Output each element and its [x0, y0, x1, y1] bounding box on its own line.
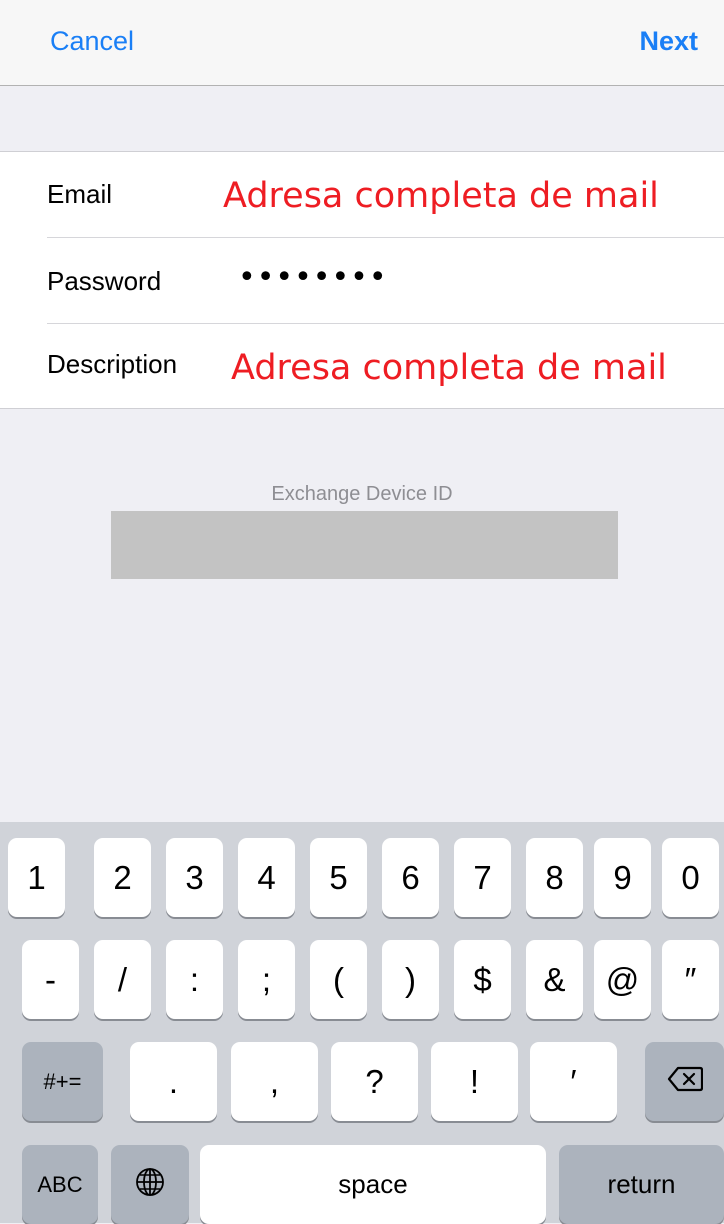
password-row[interactable]: Password ••••••••: [0, 238, 724, 323]
globe-icon: [134, 1166, 166, 1203]
key-7[interactable]: 7: [454, 838, 511, 917]
key-return[interactable]: return: [559, 1145, 724, 1224]
key-delete[interactable]: [645, 1042, 724, 1121]
key-at[interactable]: @: [594, 940, 651, 1019]
key-question[interactable]: ?: [331, 1042, 418, 1121]
password-label: Password: [47, 266, 162, 296]
key-8[interactable]: 8: [526, 838, 583, 917]
key-quote[interactable]: ″: [662, 940, 719, 1019]
cancel-button[interactable]: Cancel: [50, 26, 134, 57]
key-5[interactable]: 5: [310, 838, 367, 917]
key-close-paren[interactable]: ): [382, 940, 439, 1019]
password-field[interactable]: ••••••••: [238, 260, 388, 295]
key-6[interactable]: 6: [382, 838, 439, 917]
key-abc-mode[interactable]: ABC: [22, 1145, 98, 1224]
navigation-bar: Cancel Next: [0, 0, 724, 86]
key-comma[interactable]: ,: [231, 1042, 318, 1121]
description-row[interactable]: Description Adresa completa de mail: [0, 324, 724, 409]
key-semicolon[interactable]: ;: [238, 940, 295, 1019]
device-id-redacted: [111, 511, 618, 579]
key-symbols-mode[interactable]: #+=: [22, 1042, 103, 1121]
key-colon[interactable]: :: [166, 940, 223, 1019]
device-id-caption: Exchange Device ID: [271, 483, 453, 505]
key-9[interactable]: 9: [594, 838, 651, 917]
key-1[interactable]: 1: [8, 838, 65, 917]
email-row[interactable]: Email Adresa completa de mail: [0, 152, 724, 237]
key-globe[interactable]: [111, 1145, 189, 1224]
key-space[interactable]: space: [200, 1145, 546, 1224]
key-ampersand[interactable]: &: [526, 940, 583, 1019]
backspace-icon: [667, 1066, 703, 1097]
key-apostrophe[interactable]: ′: [530, 1042, 617, 1121]
description-field[interactable]: Adresa completa de mail: [231, 348, 667, 388]
email-label: Email: [47, 179, 113, 209]
description-label: Description: [47, 349, 178, 379]
key-period[interactable]: .: [130, 1042, 217, 1121]
account-form: Email Adresa completa de mail Password •…: [0, 151, 724, 409]
key-slash[interactable]: /: [94, 940, 151, 1019]
key-0[interactable]: 0: [662, 838, 719, 917]
keyboard: 1 2 3 4 5 6 7 8 9 0 - / : ; ( ) $ & @ ″ …: [0, 822, 724, 1224]
key-open-paren[interactable]: (: [310, 940, 367, 1019]
key-hyphen[interactable]: -: [22, 940, 79, 1019]
next-button[interactable]: Next: [639, 26, 698, 57]
key-3[interactable]: 3: [166, 838, 223, 917]
key-4[interactable]: 4: [238, 838, 295, 917]
key-exclamation[interactable]: !: [431, 1042, 518, 1121]
key-dollar[interactable]: $: [454, 940, 511, 1019]
key-2[interactable]: 2: [94, 838, 151, 917]
email-field[interactable]: Adresa completa de mail: [223, 176, 659, 216]
